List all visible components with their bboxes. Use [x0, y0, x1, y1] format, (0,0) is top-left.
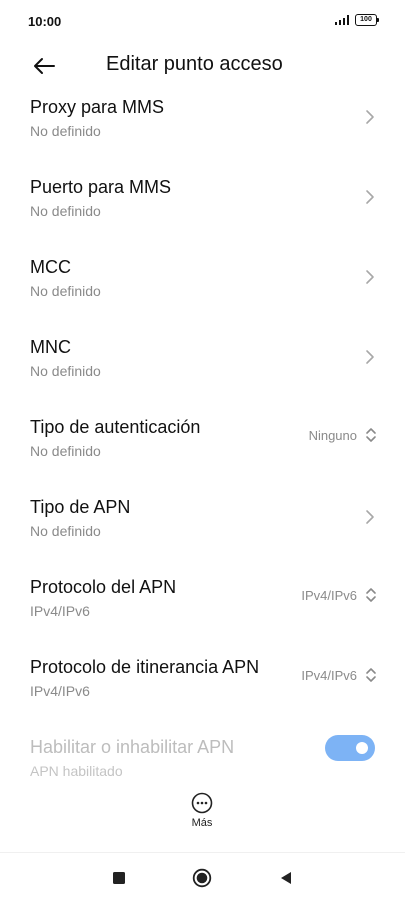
header: Editar punto acceso	[0, 44, 405, 88]
row-subtitle: No definido	[30, 523, 101, 539]
recents-button[interactable]	[109, 868, 129, 888]
row-subtitle: IPv4/IPv6	[30, 683, 90, 699]
status-time: 10:00	[28, 14, 62, 29]
up-down-arrows-icon	[366, 428, 376, 442]
row-title: MCC	[30, 257, 71, 277]
apn-protocol-dropdown[interactable]: IPv4/IPv6	[301, 586, 377, 604]
roaming-protocol-dropdown[interactable]: IPv4/IPv6	[301, 666, 377, 684]
back-arrow-icon	[34, 58, 55, 74]
row-subtitle: No definido	[30, 283, 101, 299]
system-nav-bar	[0, 852, 405, 903]
chevron-right-icon	[366, 110, 374, 124]
row-subtitle: No definido	[30, 123, 101, 139]
more-label: Más	[191, 817, 213, 829]
status-icons: 100	[335, 14, 379, 26]
chevron-right-icon	[366, 190, 374, 204]
row-title: Protocolo de itinerancia APN	[30, 657, 260, 677]
row-subtitle: No definido	[30, 203, 101, 219]
battery-level: 100	[360, 16, 372, 23]
row-subtitle: No definido	[30, 363, 101, 379]
row-tipo-autenticacion[interactable]: Tipo de autenticación No definido Ningun…	[0, 410, 405, 490]
auth-type-value: Ninguno	[308, 427, 357, 443]
page-title: Editar punto acceso	[106, 53, 283, 75]
back-nav-button[interactable]	[276, 868, 296, 888]
auth-type-dropdown[interactable]: Ninguno	[309, 426, 377, 444]
apn-protocol-value: IPv4/IPv6	[301, 587, 357, 603]
row-tipo-apn[interactable]: Tipo de APN No definido	[0, 490, 405, 570]
row-protocolo-itinerancia-apn[interactable]: Protocolo de itinerancia APN IPv4/IPv6 I…	[0, 650, 405, 730]
settings-list: Proxy para MMS No definido Puerto para M…	[0, 90, 405, 778]
battery-icon: 100	[355, 14, 379, 26]
status-bar: 10:00 100	[0, 0, 405, 44]
square-icon	[113, 872, 125, 884]
row-puerto-mms[interactable]: Puerto para MMS No definido	[0, 170, 405, 250]
row-title: Tipo de autenticación	[30, 417, 201, 437]
row-title: Tipo de APN	[30, 497, 131, 517]
row-proxy-mms[interactable]: Proxy para MMS No definido	[0, 90, 405, 170]
roaming-protocol-value: IPv4/IPv6	[301, 667, 357, 683]
chevron-right-icon	[366, 270, 374, 284]
row-title: Puerto para MMS	[30, 177, 172, 197]
row-mcc[interactable]: MCC No definido	[0, 250, 405, 330]
row-habilitar-apn: Habilitar o inhabilitar APN APN habilita…	[0, 730, 405, 778]
home-button[interactable]	[192, 868, 212, 888]
row-mnc[interactable]: MNC No definido	[0, 330, 405, 410]
more-icon	[191, 792, 213, 814]
toggle-knob	[356, 742, 368, 754]
row-protocolo-apn[interactable]: Protocolo del APN IPv4/IPv6 IPv4/IPv6	[0, 570, 405, 650]
row-title: Habilitar o inhabilitar APN	[30, 737, 235, 757]
back-button[interactable]	[30, 52, 58, 80]
row-subtitle: IPv4/IPv6	[30, 603, 90, 619]
circle-icon	[192, 868, 212, 888]
chevron-right-icon	[366, 510, 374, 524]
triangle-left-icon	[281, 872, 291, 884]
row-title: Proxy para MMS	[30, 97, 165, 117]
signal-icon	[335, 15, 349, 25]
up-down-arrows-icon	[366, 588, 376, 602]
row-title: Protocolo del APN	[30, 577, 177, 597]
apn-enable-toggle[interactable]	[325, 735, 375, 761]
row-subtitle: No definido	[30, 443, 101, 459]
row-title: MNC	[30, 337, 71, 357]
row-subtitle: APN habilitado	[30, 763, 123, 778]
up-down-arrows-icon	[366, 668, 376, 682]
more-button[interactable]: Más	[178, 792, 226, 836]
chevron-right-icon	[366, 350, 374, 364]
